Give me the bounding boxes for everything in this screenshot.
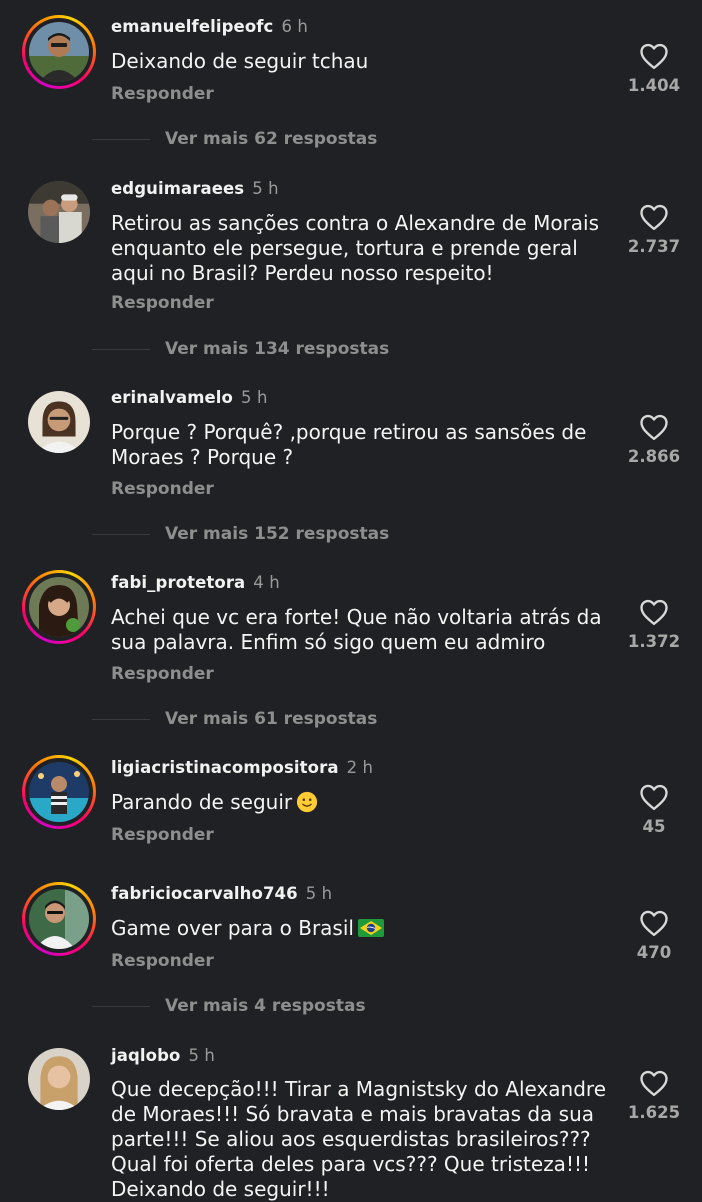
like-count: 1.404 — [627, 76, 681, 95]
avatar-story-ring[interactable] — [22, 755, 96, 829]
heart-outline-icon[interactable] — [639, 203, 669, 231]
like-group: 45 — [618, 783, 690, 836]
avatar — [28, 391, 90, 453]
divider — [92, 1005, 150, 1007]
view-more-replies[interactable]: Ver mais 62 respostas — [92, 128, 377, 150]
divider — [92, 718, 150, 720]
reply-button[interactable]: Responder — [111, 951, 214, 971]
view-more-replies-label: Ver mais 4 respostas — [165, 996, 366, 1016]
view-more-replies-label: Ver mais 61 respostas — [165, 709, 378, 729]
comment-text: Game over para o Brasil — [111, 916, 621, 941]
divider — [92, 138, 150, 140]
comment-text: Retirou as sanções contra o Alexandre de… — [111, 211, 600, 285]
avatar — [28, 1048, 90, 1110]
view-more-replies[interactable]: Ver mais 134 respostas — [92, 338, 389, 360]
avatar-story-ring[interactable] — [22, 15, 96, 89]
like-group: 1.372 — [618, 598, 690, 651]
comment-username[interactable]: ligiacristinacompositora 2 h — [111, 758, 373, 777]
avatar-story-ring[interactable] — [22, 882, 96, 956]
divider — [92, 348, 150, 350]
view-more-replies-label: Ver mais 62 respostas — [165, 129, 378, 149]
heart-outline-icon[interactable] — [639, 783, 669, 811]
like-group: 2.737 — [618, 203, 690, 256]
heart-outline-icon[interactable] — [639, 42, 669, 70]
comment-username[interactable]: fabriciocarvalho746 5 h — [111, 884, 332, 903]
view-more-replies-label: Ver mais 134 respostas — [165, 339, 390, 359]
like-count: 2.866 — [627, 447, 681, 466]
avatar — [29, 577, 89, 637]
avatar — [29, 762, 89, 822]
comment-timestamp: 2 h — [346, 758, 374, 777]
reply-button[interactable]: Responder — [111, 825, 214, 845]
reply-button[interactable]: Responder — [111, 479, 214, 499]
comment-username[interactable]: edguimaraees 5 h — [111, 179, 279, 198]
divider — [92, 533, 150, 535]
like-group: 2.866 — [618, 413, 690, 466]
avatar-story-ring[interactable] — [22, 570, 96, 644]
avatar — [29, 22, 89, 82]
comment-text: Que decepção!!! Tirar a Magnistsky do Al… — [111, 1077, 607, 1201]
comment-timestamp: 6 h — [281, 17, 308, 36]
comment-username[interactable]: jaqlobo 5 h — [111, 1046, 215, 1065]
comment-username[interactable]: fabi_protetora 4 h — [111, 573, 280, 592]
like-group: 1.404 — [618, 42, 690, 95]
reply-button[interactable]: Responder — [111, 664, 214, 684]
comment-timestamp: 5 h — [241, 388, 268, 407]
like-group: 1.625 — [618, 1069, 690, 1122]
heart-outline-icon[interactable] — [639, 413, 669, 441]
like-count: 45 — [642, 817, 666, 836]
avatar-wrap[interactable] — [28, 1048, 90, 1110]
heart-outline-icon[interactable] — [639, 598, 669, 626]
avatar — [28, 181, 90, 243]
heart-outline-icon[interactable] — [639, 909, 669, 937]
comment-username[interactable]: emanuelfelipeofc 6 h — [111, 17, 308, 36]
view-more-replies[interactable]: Ver mais 61 respostas — [92, 708, 377, 730]
brazil-flag-emoji — [357, 919, 384, 937]
comment-username[interactable]: erinalvamelo 5 h — [111, 388, 268, 407]
like-count: 2.737 — [627, 237, 681, 256]
like-count: 470 — [636, 943, 672, 962]
view-more-replies[interactable]: Ver mais 152 respostas — [92, 523, 389, 545]
avatar-wrap[interactable] — [28, 391, 90, 453]
like-group: 470 — [618, 909, 690, 962]
comment-timestamp: 5 h — [252, 179, 279, 198]
comment-timestamp: 5 h — [305, 884, 333, 903]
view-more-replies[interactable]: Ver mais 4 respostas — [92, 995, 366, 1017]
reply-button[interactable]: Responder — [111, 84, 214, 104]
like-count: 1.625 — [627, 1103, 681, 1122]
comment-text: Parando de seguir — [111, 790, 621, 815]
avatar — [29, 889, 89, 949]
view-more-replies-label: Ver mais 152 respostas — [165, 524, 390, 544]
comment-timestamp: 5 h — [188, 1046, 215, 1065]
like-count: 1.372 — [627, 632, 681, 651]
comment-text: Porque ? Porquê? ,porque retirou as sans… — [111, 420, 587, 469]
comment-text: Achei que vc era forte! Que não voltaria… — [111, 605, 602, 654]
slightly-smiling-face-emoji — [297, 791, 318, 813]
heart-outline-icon[interactable] — [639, 1069, 669, 1097]
comment-timestamp: 4 h — [253, 573, 280, 592]
reply-button[interactable]: Responder — [111, 293, 214, 313]
comment-text: Deixando de seguir tchau — [111, 49, 369, 73]
avatar-wrap[interactable] — [28, 181, 90, 243]
